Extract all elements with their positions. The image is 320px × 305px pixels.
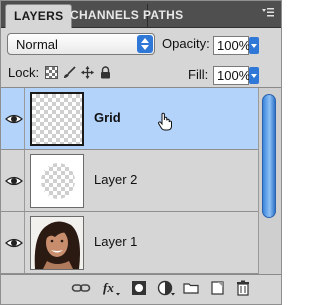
blend-mode-stepper[interactable] [137,35,153,53]
svg-text:fx: fx [103,280,114,295]
layer-thumbnail-grid[interactable] [30,92,84,146]
lock-image-pixels-brush-icon[interactable] [63,66,76,79]
layers-scrollbar[interactable] [258,88,281,274]
layer-name[interactable]: Grid [94,110,121,125]
layer-mask-icon[interactable] [129,279,149,297]
layer-name[interactable]: Layer 1 [94,234,137,249]
hand-cursor-icon [158,112,172,131]
fx-icon[interactable]: fx [101,279,121,297]
panel-menu-icon[interactable] [261,7,275,19]
circle-selection-thumbnail [41,163,75,199]
link-layers-icon[interactable] [71,279,91,297]
portrait-photo-thumbnail [31,217,83,269]
visibility-eye-icon[interactable] [4,171,24,191]
group-folder-icon[interactable] [181,279,201,297]
visibility-eye-icon[interactable] [4,233,24,253]
layer-row-layer-1[interactable]: Layer 1 [1,212,258,274]
layers-list: Grid Layer 2 Layer 1 [1,87,281,275]
adjustment-layer-icon[interactable] [156,279,176,297]
lock-position-move-icon[interactable] [81,66,94,79]
eye-column-divider [24,150,25,211]
layer-thumbnail-layer-2[interactable] [30,154,84,208]
chevron-down-icon [251,44,257,48]
layer-row-grid[interactable]: Grid [1,88,258,150]
layer-thumbnail-layer-1[interactable] [30,216,84,270]
chevron-down-icon [251,74,257,78]
opacity-slider-button[interactable] [249,37,259,54]
layers-bottom-toolbar: fx [1,275,281,304]
layer-name[interactable]: Layer 2 [94,172,137,187]
layers-panel: LAYERS CHANNELS PATHS Normal Opacity: 10… [0,0,282,305]
new-layer-icon[interactable] [207,279,227,297]
layer-row-layer-2[interactable]: Layer 2 [1,150,258,212]
tab-paths[interactable]: PATHS [135,4,191,27]
fill-field[interactable]: 100% [213,66,250,85]
visibility-eye-icon[interactable] [4,109,24,129]
lock-transparent-pixels-icon[interactable] [45,66,58,79]
fill-slider-button[interactable] [249,67,259,84]
scrollbar-thumb[interactable] [262,94,276,218]
opacity-label: Opacity: [162,36,210,51]
blend-mode-value: Normal [16,37,58,52]
panel-tab-bar: LAYERS CHANNELS PATHS [1,1,281,28]
up-down-arrows-icon [141,38,149,50]
eye-column-divider [24,212,25,273]
lock-all-padlock-icon[interactable] [99,66,112,79]
eye-column-divider [24,88,25,149]
trash-icon[interactable] [233,279,253,297]
fill-label: Fill: [188,67,209,82]
opacity-field[interactable]: 100% [213,36,250,55]
lock-label: Lock: [8,65,40,80]
blend-mode-dropdown[interactable]: Normal [7,33,155,55]
